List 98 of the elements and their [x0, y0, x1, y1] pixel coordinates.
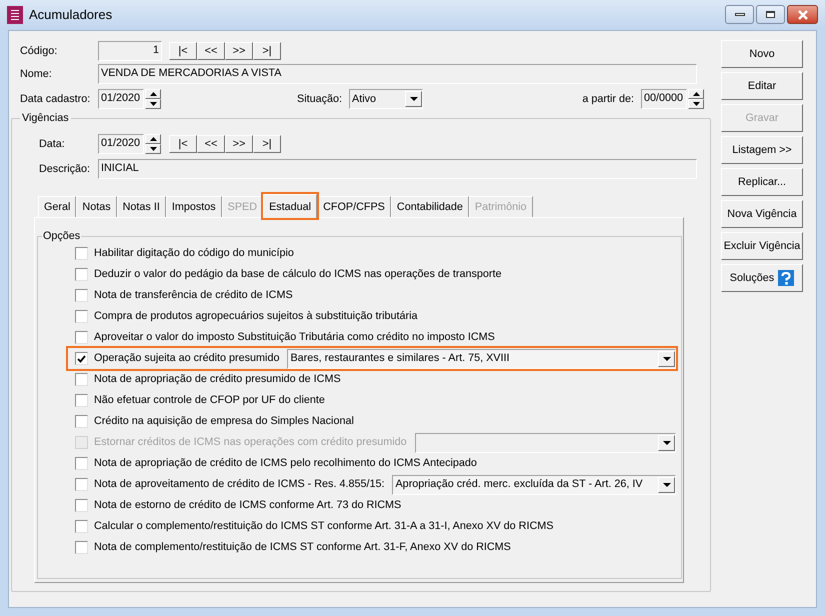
- side-button[interactable]: Soluções: [721, 264, 803, 292]
- side-button[interactable]: Excluir Vigência: [721, 232, 803, 260]
- checkbox[interactable]: [75, 541, 88, 554]
- option-label: Não efetuar controle de CFOP por UF do cliente: [94, 393, 325, 408]
- close-icon: [796, 10, 808, 20]
- option-label: Nota de apropriação de crédito presumido de ICMS: [94, 372, 341, 388]
- checkbox[interactable]: [75, 289, 88, 302]
- name-field[interactable]: VENDA DE MERCADORIAS A VISTA: [98, 64, 697, 84]
- option-label: Crédito na aquisição de empresa do Simples Nacional: [94, 414, 354, 430]
- checkbox[interactable]: [75, 352, 88, 365]
- field-label: Situação:: [297, 92, 344, 107]
- down-arrow-icon: [150, 102, 156, 106]
- nav-button[interactable]: <<: [197, 135, 225, 153]
- down-arrow-icon: [692, 102, 700, 106]
- tab[interactable]: Notas II: [116, 196, 166, 217]
- validity-date-field[interactable]: 01/2020: [98, 134, 144, 154]
- option-label: Aproveitar o valor do imposto Substituição Tributária como crédito no imposto ICMS: [94, 330, 495, 346]
- option-label: Habilitar digitação do código do município: [94, 246, 294, 262]
- tab[interactable]: Estadual: [263, 194, 318, 218]
- group-title: Opções: [42, 229, 82, 243]
- tab[interactable]: Notas: [76, 196, 117, 217]
- close-button[interactable]: [787, 5, 818, 24]
- field-label: Data cadastro:: [20, 92, 92, 107]
- checkbox[interactable]: [75, 478, 88, 491]
- side-button[interactable]: Editar: [721, 72, 803, 100]
- field-label: a partir de:: [582, 92, 634, 107]
- option-label: Deduzir o valor do pedágio da base de cálculo do ICMS nas operações de transporte: [94, 267, 502, 282]
- side-button[interactable]: Novo: [721, 40, 803, 68]
- spin-down-button[interactable]: [145, 144, 161, 154]
- option-label: Nota de aproveitamento de crédito de ICMS - Res. 4.855/15:: [94, 477, 384, 492]
- option-label: Calcular o complemento/restituição do ICMS ST conforme Art. 31-A a 31-I, Anexo XV do RICMS: [94, 519, 554, 534]
- code-field[interactable]: 1: [98, 41, 162, 61]
- checkbox[interactable]: [75, 457, 88, 470]
- start-date-field[interactable]: 00/0000: [641, 89, 687, 109]
- checkbox[interactable]: [75, 499, 88, 512]
- field-label: Descrição:: [39, 162, 92, 177]
- checkbox[interactable]: [75, 394, 88, 407]
- tab[interactable]: Geral: [38, 196, 76, 217]
- nav-button[interactable]: >|: [253, 135, 281, 153]
- tab[interactable]: Contabilidade: [390, 196, 469, 217]
- option-label: Compra de produtos agropecuários sujeitos à substituição tributária: [94, 309, 418, 324]
- tab[interactable]: Impostos: [166, 196, 222, 217]
- checkbox[interactable]: [75, 373, 88, 386]
- tab: Patrimônio: [468, 196, 533, 217]
- down-arrow-icon: [150, 147, 156, 151]
- spin-down-button[interactable]: [145, 99, 161, 109]
- side-button[interactable]: Listagem >>: [721, 136, 803, 164]
- date-field[interactable]: 01/2020: [98, 89, 144, 109]
- window-title: Acumuladores: [29, 6, 112, 24]
- dropdown-button[interactable]: [658, 476, 675, 492]
- down-arrow-icon: [662, 356, 670, 360]
- nav-button[interactable]: >>: [225, 42, 253, 60]
- question-mark-icon: [781, 272, 792, 284]
- checkbox[interactable]: [75, 247, 88, 260]
- dropdown-button[interactable]: [405, 91, 422, 107]
- dropdown-field[interactable]: Bares, restaurantes e similares - Art. 75, XVIII: [287, 348, 676, 368]
- up-arrow-icon: [150, 92, 156, 96]
- document-icon: [7, 6, 23, 24]
- side-button[interactable]: Nova Vigência: [721, 200, 803, 228]
- side-button[interactable]: Replicar...: [721, 168, 803, 196]
- nav-button[interactable]: >>: [225, 135, 253, 153]
- field-label: Nome:: [20, 66, 53, 82]
- checkbox[interactable]: [75, 415, 88, 428]
- status-dropdown[interactable]: Ativo: [349, 89, 423, 109]
- dropdown-button[interactable]: [658, 350, 675, 366]
- checkbox[interactable]: [75, 268, 88, 281]
- option-label: Nota de apropriação de crédito de ICMS pelo recolhimento do ICMS Antecipado: [94, 456, 477, 472]
- dropdown-field[interactable]: Apropriação créd. merc. excluída da ST - Art. 26, IV: [392, 474, 676, 494]
- tab: SPED: [222, 196, 264, 217]
- nav-button[interactable]: |<: [169, 135, 197, 153]
- down-arrow-icon: [662, 482, 670, 486]
- spin-up-button[interactable]: [688, 89, 704, 99]
- option-label: Estornar créditos de ICMS nas operações com crédito presumido: [94, 435, 407, 450]
- check-icon: [77, 354, 86, 362]
- down-arrow-icon: [410, 97, 418, 101]
- nav-button[interactable]: >|: [253, 42, 281, 60]
- spin-up-button[interactable]: [145, 89, 161, 99]
- field-label: Data:: [39, 136, 66, 152]
- maximize-button[interactable]: [756, 5, 785, 24]
- nav-button[interactable]: |<: [169, 42, 197, 60]
- tab[interactable]: CFOP/CFPS: [317, 196, 391, 217]
- checkbox[interactable]: [75, 520, 88, 533]
- up-arrow-icon: [692, 92, 700, 96]
- down-arrow-icon: [662, 440, 670, 444]
- checkbox[interactable]: [75, 331, 88, 344]
- option-label: Nota de estorno de crédito de ICMS conforme Art. 73 do RICMS: [94, 498, 402, 514]
- spin-up-button[interactable]: [145, 134, 161, 144]
- option-label: Operação sujeita ao crédito presumido: [94, 351, 280, 366]
- option-label: Nota de complemento/restituição de ICMS ST conforme Art. 31-F, Anexo XV do RICMS: [94, 540, 511, 556]
- spin-down-button[interactable]: [688, 99, 704, 109]
- description-field[interactable]: INICIAL: [98, 159, 697, 179]
- group-title: Vigências: [20, 111, 71, 125]
- nav-button[interactable]: <<: [197, 42, 225, 60]
- option-label: Nota de transferência de crédito de ICMS: [94, 288, 293, 304]
- up-arrow-icon: [150, 137, 156, 141]
- checkbox[interactable]: [75, 310, 88, 323]
- minimize-button[interactable]: [725, 5, 754, 24]
- field-label: Código:: [20, 44, 58, 59]
